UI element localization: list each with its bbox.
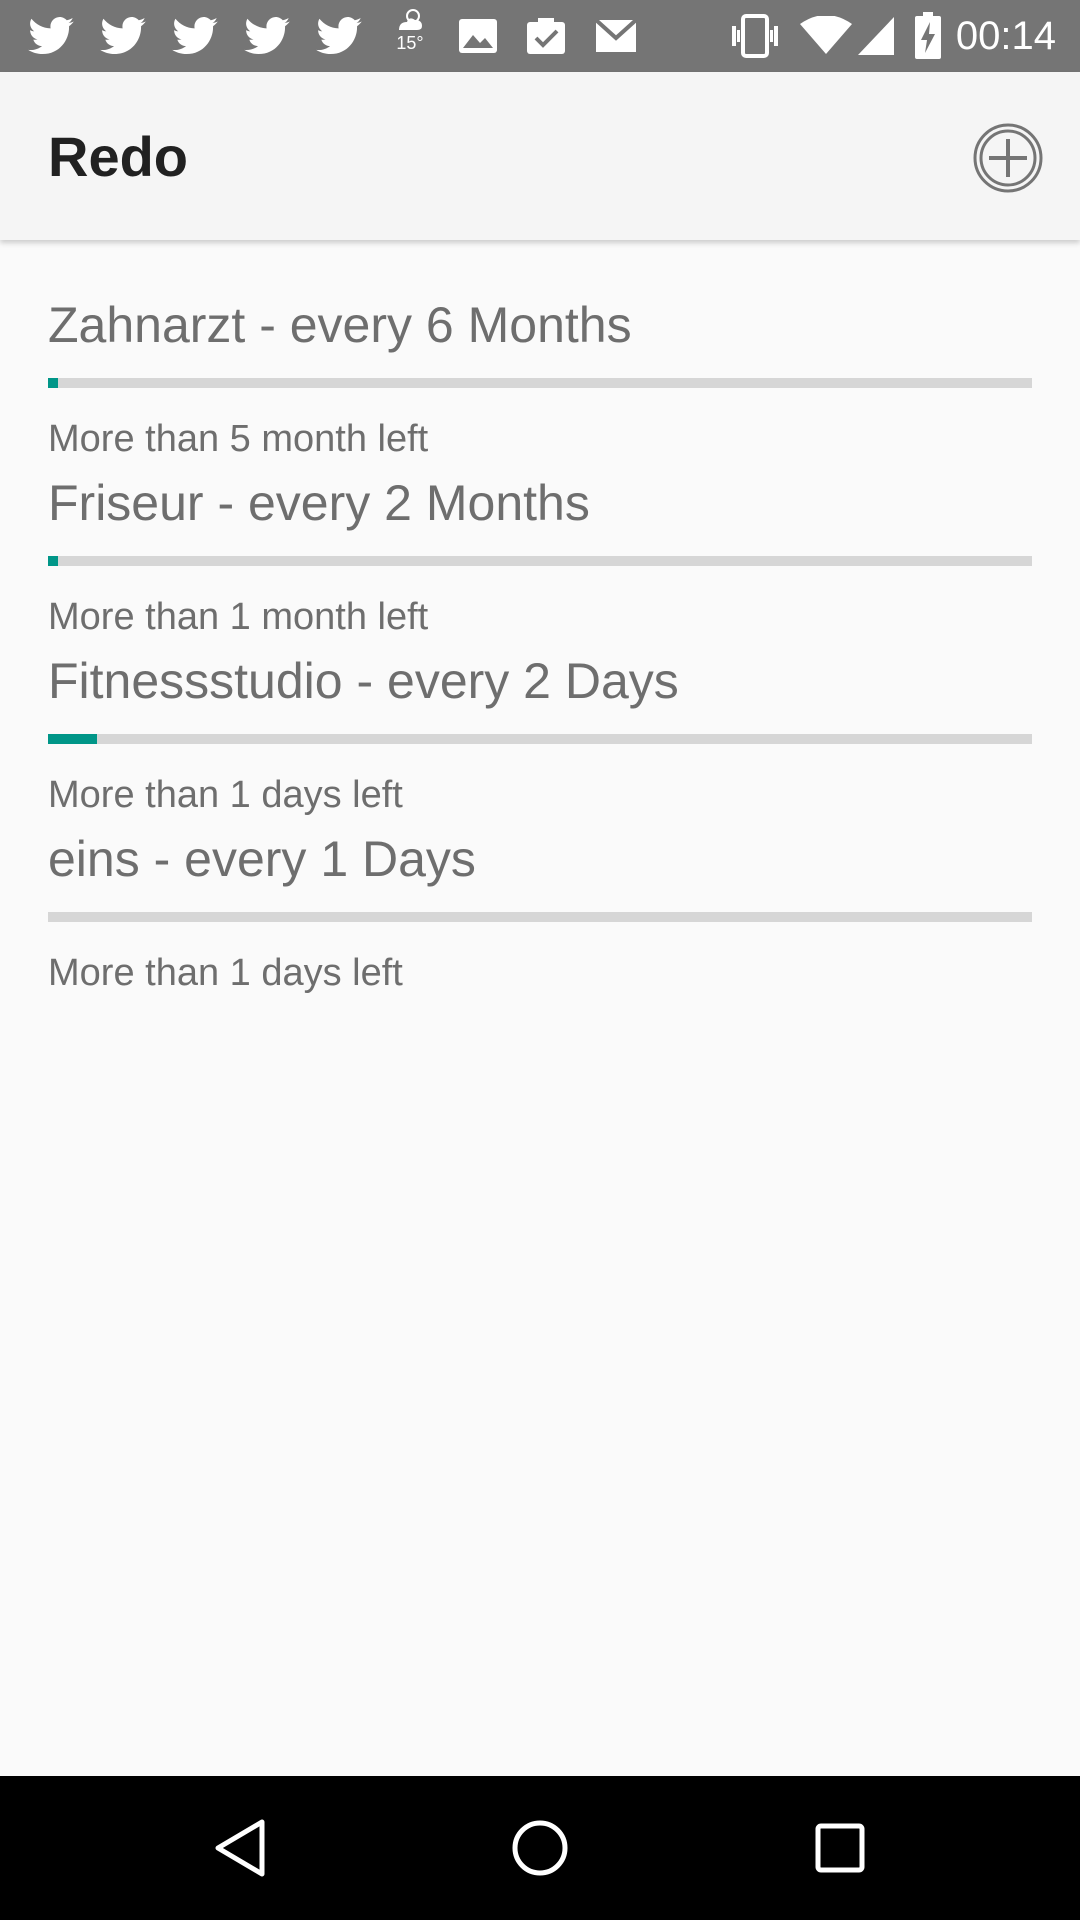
vibrate-icon [728, 14, 782, 58]
task-title: Zahnarzt - every 6 Months [48, 297, 632, 353]
progress-fill [48, 734, 98, 744]
weather-icon: 15° [388, 8, 432, 64]
home-icon [512, 1820, 568, 1876]
system-icons: 00:14 [710, 0, 1056, 72]
task-title: eins - every 1 Days [48, 831, 476, 887]
progress-fill [48, 556, 58, 566]
back-icon [215, 1819, 265, 1877]
recents-button[interactable] [800, 1808, 880, 1888]
navigation-bar [0, 1776, 1080, 1920]
progress-bar [48, 912, 1032, 922]
twitter-icon [100, 17, 146, 55]
twitter-icon [28, 17, 74, 55]
progress-bar [48, 378, 1032, 388]
home-button[interactable] [500, 1808, 580, 1888]
add-circle-icon [973, 123, 1043, 193]
signal-icon [856, 15, 896, 57]
page-title: Redo [48, 125, 188, 188]
add-task-button[interactable] [972, 122, 1044, 194]
clock: 00:14 [955, 13, 1056, 58]
progress-fill [48, 378, 58, 388]
recents-icon [815, 1823, 865, 1873]
progress-bar [48, 556, 1032, 566]
task-status: More than 1 days left [48, 952, 403, 994]
wifi-icon [799, 16, 852, 56]
weather-temperature: 15° [396, 33, 424, 53]
task-list: Zahnarzt - every 6 Months More than 5 mo… [0, 240, 1080, 994]
twitter-icon [244, 17, 290, 55]
twitter-icon [172, 17, 218, 55]
status-bar: 15° 00:14 [0, 0, 1080, 72]
back-button[interactable] [200, 1808, 280, 1888]
image-icon [458, 18, 498, 54]
list-item[interactable]: Zahnarzt - every 6 Months More than 5 mo… [0, 240, 1080, 460]
battery-charging-icon [914, 12, 942, 60]
gmail-icon [594, 18, 638, 54]
list-item[interactable]: Friseur - every 2 Months More than 1 mon… [0, 418, 1080, 638]
list-item[interactable]: eins - every 1 Days More than 1 days lef… [0, 774, 1080, 994]
list-item[interactable]: Fitnessstudio - every 2 Days More than 1… [0, 596, 1080, 816]
app-bar: Redo [0, 72, 1080, 240]
twitter-icon [316, 17, 362, 55]
task-title: Friseur - every 2 Months [48, 475, 590, 531]
notification-icons: 15° [28, 0, 664, 72]
task-title: Fitnessstudio - every 2 Days [48, 653, 679, 709]
clipboard-check-icon [524, 16, 568, 56]
progress-bar [48, 734, 1032, 744]
